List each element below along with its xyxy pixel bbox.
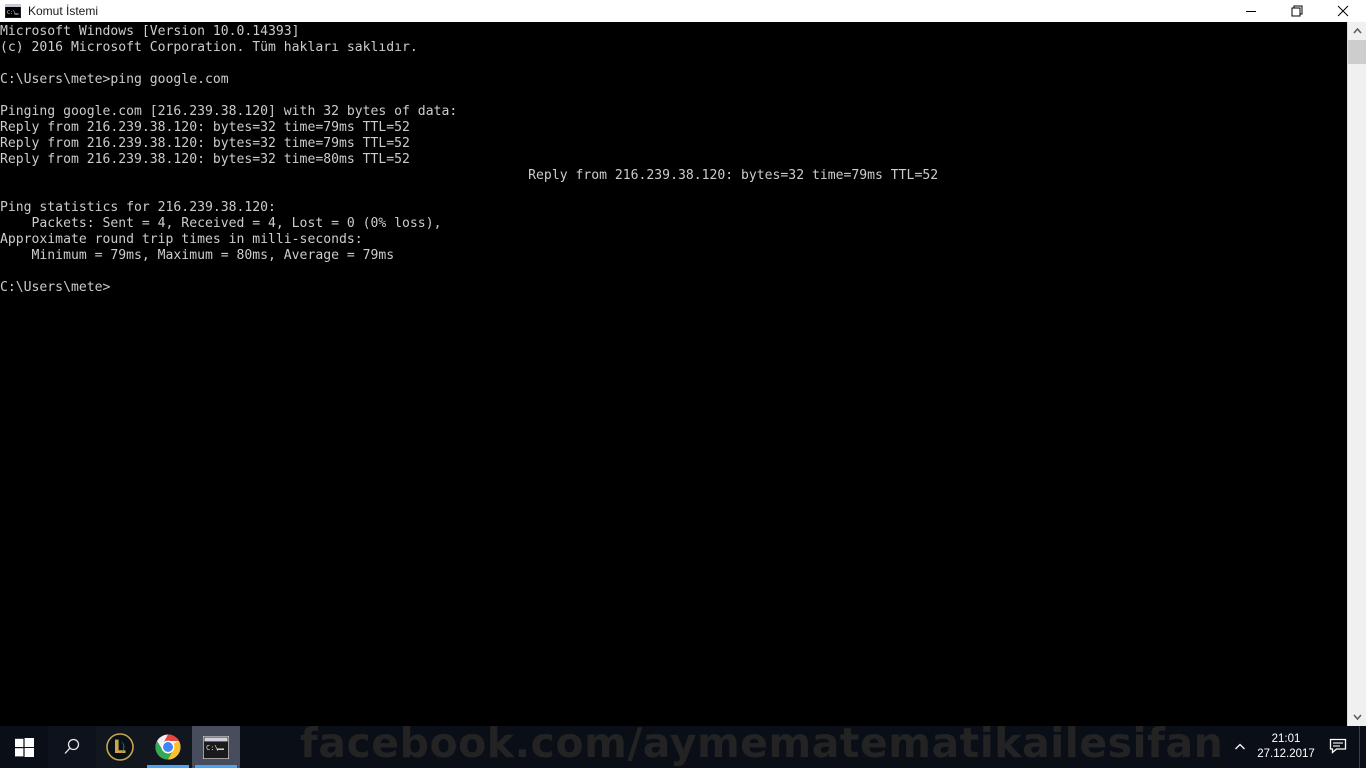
- command-prompt-window: C:\ Komut İstemi Microsoft Windows [Vers…: [0, 0, 1366, 726]
- minimize-button[interactable]: [1228, 0, 1274, 22]
- console-line: Reply from 216.239.38.120: bytes=32 time…: [0, 136, 410, 151]
- console-line: (c) 2016 Microsoft Corporation. Tüm hakl…: [0, 40, 418, 55]
- svg-text:C:\: C:\: [7, 10, 16, 16]
- console-line: Reply from 216.239.38.120: bytes=32 time…: [0, 168, 939, 183]
- console-line: Ping statistics for 216.239.38.120:: [0, 200, 276, 215]
- action-center-button[interactable]: [1319, 726, 1359, 768]
- system-tray: 21:01 27.12.2017: [1227, 726, 1366, 768]
- console-line: Approximate round trip times in milli-se…: [0, 232, 363, 247]
- clock-time: 21:01: [1271, 733, 1301, 745]
- clock-date: 27.12.2017: [1257, 748, 1315, 760]
- window-controls: [1228, 0, 1366, 22]
- chevron-down-icon: [1352, 714, 1362, 720]
- console-line: Microsoft Windows [Version 10.0.14393]: [0, 24, 300, 39]
- cmd-icon[interactable]: C:\: [5, 4, 21, 18]
- close-button[interactable]: [1320, 0, 1366, 22]
- taskbar-item-google-chrome[interactable]: [144, 726, 192, 768]
- console-line: Packets: Sent = 4, Received = 4, Lost = …: [0, 216, 442, 231]
- chevron-up-icon: [1352, 28, 1362, 34]
- start-button[interactable]: [0, 726, 48, 768]
- restore-button[interactable]: [1274, 0, 1320, 22]
- svg-text:C:\: C:\: [206, 744, 219, 752]
- taskbar: C:\: [0, 726, 1366, 768]
- console-line: Pinging google.com [216.239.38.120] with…: [0, 104, 458, 119]
- search-icon: [64, 738, 80, 754]
- taskbar-item-command-prompt[interactable]: C:\: [192, 726, 240, 768]
- chrome-icon: [155, 734, 181, 760]
- league-of-legends-icon: [106, 733, 134, 761]
- tray-expand-button[interactable]: [1227, 726, 1253, 768]
- window-title: Komut İstemi: [28, 4, 99, 18]
- console-text: Microsoft Windows [Version 10.0.14393] (c…: [0, 24, 1348, 296]
- scrollbar-thumb[interactable]: [1348, 40, 1366, 64]
- windows-logo-icon: [14, 737, 34, 757]
- chevron-up-icon: [1235, 743, 1245, 750]
- search-button[interactable]: [48, 726, 96, 768]
- console-output-area[interactable]: Microsoft Windows [Version 10.0.14393] (c…: [0, 22, 1348, 726]
- taskbar-item-league-of-legends[interactable]: [96, 726, 144, 768]
- title-bar[interactable]: C:\ Komut İstemi: [0, 0, 1366, 23]
- console-scrollbar[interactable]: [1347, 22, 1366, 726]
- console-line: Reply from 216.239.38.120: bytes=32 time…: [0, 120, 410, 135]
- console-line: C:\Users\mete>ping google.com: [0, 72, 229, 87]
- clock[interactable]: 21:01 27.12.2017: [1253, 726, 1319, 768]
- console-line: Reply from 216.239.38.120: bytes=32 time…: [0, 152, 410, 167]
- console-line: Minimum = 79ms, Maximum = 80ms, Average …: [0, 248, 395, 263]
- scroll-down-button[interactable]: [1348, 708, 1366, 726]
- action-center-icon: [1329, 738, 1347, 754]
- cmd-icon: C:\: [203, 735, 229, 759]
- scroll-up-button[interactable]: [1348, 22, 1366, 40]
- show-desktop-button[interactable]: [1359, 726, 1366, 768]
- console-line: C:\Users\mete>: [0, 280, 111, 295]
